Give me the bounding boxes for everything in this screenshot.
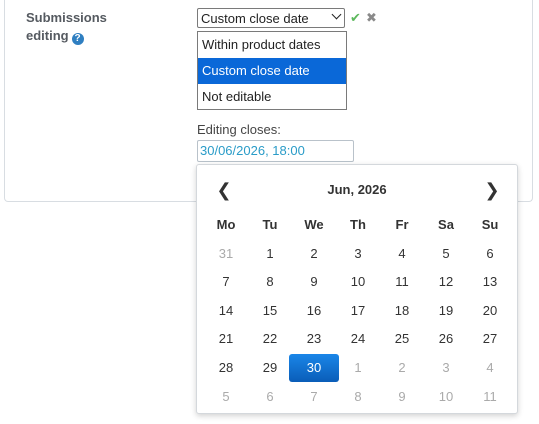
calendar-day[interactable]: 25 [380, 325, 424, 354]
next-month-icon[interactable]: ❯ [480, 179, 504, 203]
weekday-row: Mo Tu We Th Fr Sa Su [204, 211, 512, 240]
calendar-weeks: 31 1 2 3 4 5 6 7 8 9 10 11 12 13 14 15 16 17 18 19 20 21 22 23 2… [204, 240, 512, 412]
calendar-day[interactable]: 17 [336, 297, 380, 326]
calendar-day[interactable]: 11 [380, 268, 424, 297]
calendar-day[interactable]: 30 [289, 353, 339, 382]
label-line1: Submissions [26, 10, 107, 25]
calendar-day-other-month[interactable]: 5 [204, 383, 248, 412]
weekday-fr: Fr [395, 217, 409, 232]
calendar-grid: Mo Tu We Th Fr Sa Su 31 1 2 3 4 5 6 7 8 9 10 11 12 13… [204, 211, 512, 411]
weekday-mo: Mo [216, 217, 236, 232]
help-icon[interactable]: ? [71, 33, 84, 45]
calendar-week-row: 14 15 16 17 18 19 20 [204, 297, 512, 326]
calendar-day[interactable]: 14 [204, 297, 248, 326]
calendar-day[interactable]: 4 [380, 240, 424, 269]
calendar-day[interactable]: 29 [248, 354, 292, 383]
weekday-sa: Sa [438, 217, 454, 232]
confirm-check-icon[interactable]: ✔ [350, 10, 361, 26]
option-not-editable[interactable]: Not editable [198, 84, 346, 110]
option-within-product-dates[interactable]: Within product dates [198, 32, 346, 58]
option-custom-close-date[interactable]: Custom close date [198, 58, 346, 84]
label-line2: editing [26, 28, 69, 43]
calendar-day-other-month[interactable]: 7 [292, 383, 336, 412]
calendar-day[interactable]: 10 [336, 268, 380, 297]
select-value: Custom close date [201, 11, 309, 26]
weekday-su: Su [481, 217, 499, 232]
calendar-day-other-month[interactable]: 3 [424, 354, 468, 383]
calendar-day[interactable]: 19 [424, 297, 468, 326]
calendar-day[interactable]: 13 [468, 268, 512, 297]
chevron-down-icon [331, 9, 342, 20]
select-dropdown-list: Within product dates Custom close date N… [197, 31, 347, 110]
calendar-day[interactable]: 5 [424, 240, 468, 269]
calendar-day-other-month[interactable]: 1 [336, 354, 380, 383]
cancel-x-icon[interactable]: ✖ [366, 10, 377, 26]
calendar-day[interactable]: 2 [292, 240, 336, 269]
date-picker: Jun, 2026 ❮ ❯ Mo Tu We Th Fr Sa Su 31 1 2 3… [196, 164, 518, 414]
calendar-day[interactable]: 27 [468, 325, 512, 354]
calendar-day-other-month[interactable]: 10 [424, 383, 468, 412]
editing-closes-input[interactable]: 30/06/2026, 18:00 [197, 140, 354, 162]
submissions-editing-select[interactable]: Custom close date [197, 8, 345, 28]
calendar-day[interactable]: 12 [424, 268, 468, 297]
calendar-day[interactable]: 1 [248, 240, 292, 269]
calendar-week-row: 21 22 23 24 25 26 27 [204, 325, 512, 354]
calendar-day-other-month[interactable]: 6 [248, 383, 292, 412]
submissions-editing-label: Submissions editing? [26, 9, 176, 45]
calendar-week-row: 31 1 2 3 4 5 6 [204, 240, 512, 269]
calendar-day[interactable]: 21 [204, 325, 248, 354]
prev-month-icon[interactable]: ❮ [212, 179, 236, 203]
calendar-week-row: 28 29 30 1 2 3 4 [204, 353, 512, 383]
calendar-day[interactable]: 8 [248, 268, 292, 297]
calendar-week-row: 5 6 7 8 9 10 11 [204, 383, 512, 412]
editing-closes-label: Editing closes: [197, 122, 281, 137]
calendar-day-other-month[interactable]: 2 [380, 354, 424, 383]
calendar-day[interactable]: 15 [248, 297, 292, 326]
calendar-day-other-month[interactable]: 9 [380, 383, 424, 412]
calendar-day[interactable]: 28 [204, 354, 248, 383]
month-title: Jun, 2026 [327, 182, 387, 197]
calendar-day-other-month[interactable]: 8 [336, 383, 380, 412]
date-picker-header: Jun, 2026 ❮ ❯ [197, 179, 517, 203]
weekday-we: We [304, 217, 324, 232]
calendar-day[interactable]: 22 [248, 325, 292, 354]
weekday-th: Th [350, 217, 366, 232]
calendar-day[interactable]: 16 [292, 297, 336, 326]
calendar-day[interactable]: 24 [336, 325, 380, 354]
calendar-week-row: 7 8 9 10 11 12 13 [204, 268, 512, 297]
calendar-day-other-month[interactable]: 4 [468, 354, 512, 383]
calendar-day[interactable]: 23 [292, 325, 336, 354]
calendar-day-other-month[interactable]: 31 [204, 240, 248, 269]
calendar-day[interactable]: 18 [380, 297, 424, 326]
weekday-tu: Tu [262, 217, 278, 232]
calendar-day[interactable]: 20 [468, 297, 512, 326]
calendar-day-other-month[interactable]: 11 [468, 383, 512, 412]
calendar-day[interactable]: 3 [336, 240, 380, 269]
calendar-day[interactable]: 6 [468, 240, 512, 269]
calendar-day[interactable]: 7 [204, 268, 248, 297]
calendar-day[interactable]: 26 [424, 325, 468, 354]
calendar-day[interactable]: 9 [292, 268, 336, 297]
